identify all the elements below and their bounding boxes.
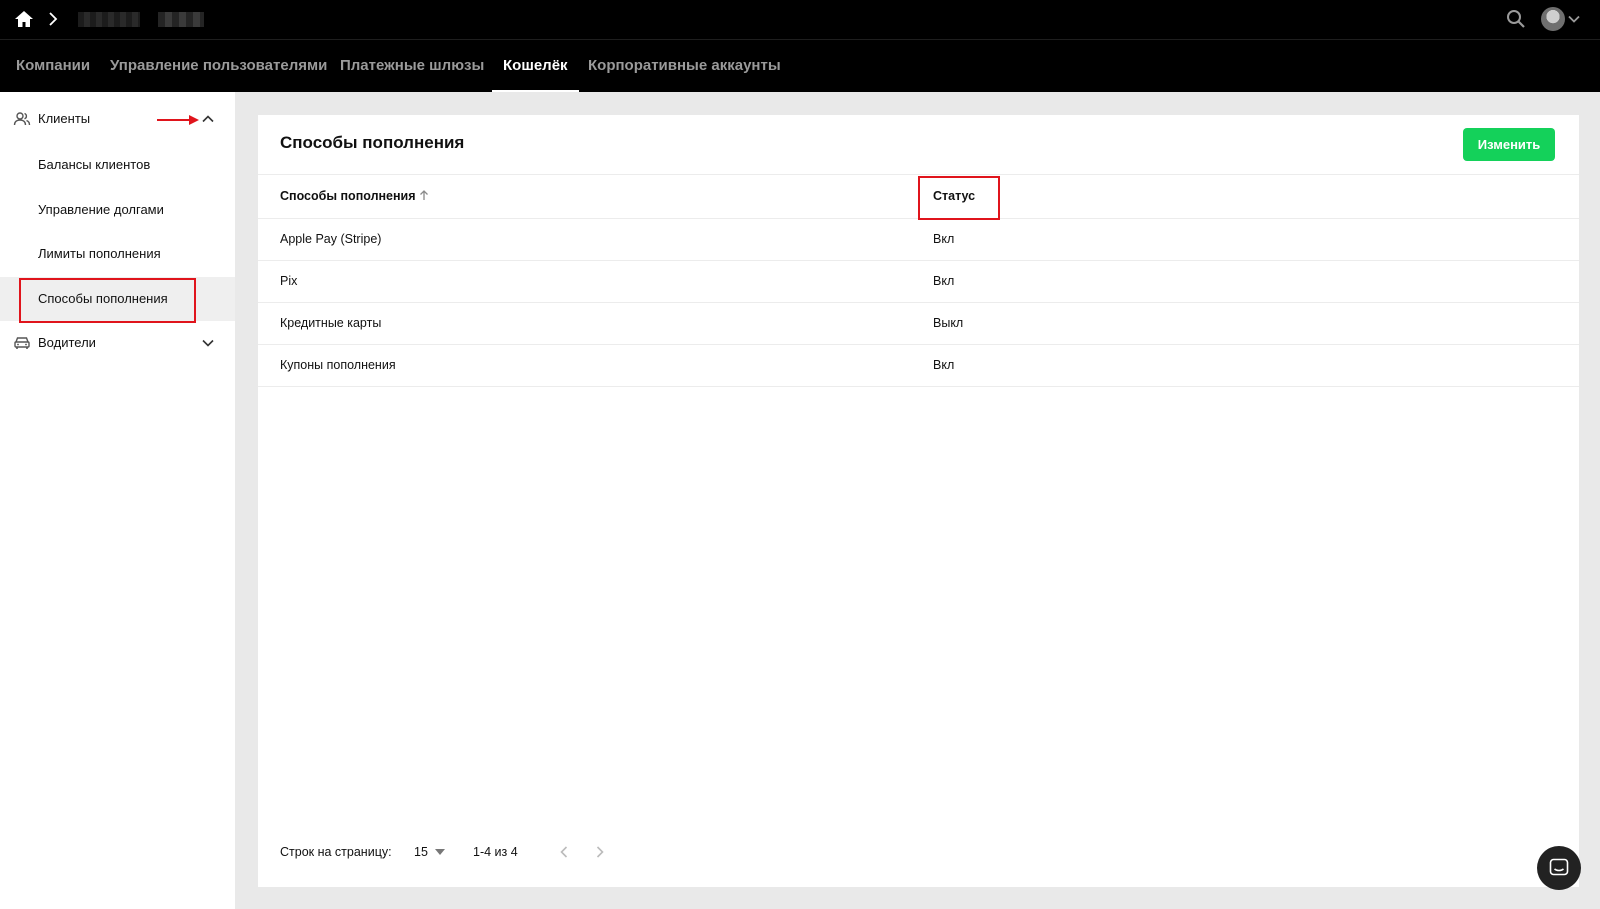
top-bar	[0, 0, 1600, 40]
tab-companies[interactable]: Компании	[16, 40, 90, 92]
breadcrumb-blurred-1[interactable]	[78, 12, 140, 27]
main-nav: Компании Управление пользователями Плате…	[0, 40, 1600, 92]
cell-status: Вкл	[933, 274, 955, 288]
sidebar-group-drivers[interactable]: Водители	[0, 321, 235, 365]
cell-status: Вкл	[933, 232, 955, 246]
cell-method: Pix	[280, 274, 298, 288]
sidebar-group-label: Водители	[38, 335, 96, 350]
chevron-up-icon[interactable]	[201, 112, 215, 126]
cell-method: Apple Pay (Stripe)	[280, 232, 382, 246]
chevron-down-icon[interactable]	[201, 336, 215, 350]
tab-wallet[interactable]: Кошелёк	[492, 40, 579, 92]
caret-down-icon[interactable]	[435, 849, 445, 855]
table-row[interactable]: Pix Вкл	[258, 261, 1579, 303]
pagination-range: 1-4 из 4	[473, 845, 518, 859]
table-row[interactable]: Apple Pay (Stripe) Вкл	[258, 219, 1579, 261]
home-icon[interactable]	[14, 9, 34, 29]
table-row[interactable]: Купоны пополнения Вкл	[258, 345, 1579, 387]
avatar[interactable]	[1541, 7, 1565, 31]
sort-arrow-up-icon[interactable]	[418, 189, 430, 201]
cell-status: Вкл	[933, 358, 955, 372]
chevron-right-icon[interactable]	[592, 844, 608, 860]
car-icon	[14, 337, 30, 349]
chevron-right-icon	[49, 12, 58, 26]
cell-method: Купоны пополнения	[280, 358, 396, 372]
annotation-arrow-icon	[157, 115, 199, 125]
pagination: Строк на страницу: 15 1-4 из 4	[258, 835, 1579, 869]
cell-status: Выкл	[933, 316, 964, 330]
annotation-highlight-status-header	[918, 176, 1000, 220]
tab-payment-gateways[interactable]: Платежные шлюзы	[340, 40, 484, 92]
chevron-left-icon[interactable]	[556, 844, 572, 860]
edit-button[interactable]: Изменить	[1463, 128, 1555, 161]
sidebar: Клиенты Балансы клиентов Управление долг…	[0, 92, 235, 909]
chevron-down-icon[interactable]	[1567, 12, 1581, 26]
users-icon	[13, 112, 31, 126]
rows-per-page-select[interactable]: 15	[414, 835, 428, 869]
chat-icon	[1549, 858, 1569, 876]
search-icon[interactable]	[1505, 8, 1527, 30]
tab-corporate-accounts[interactable]: Корпоративные аккаунты	[588, 40, 781, 92]
sidebar-item-client-balances[interactable]: Балансы клиентов	[0, 143, 235, 187]
sidebar-group-label: Клиенты	[38, 111, 91, 126]
cell-method: Кредитные карты	[280, 316, 382, 330]
table-row[interactable]: Кредитные карты Выкл	[258, 303, 1579, 345]
sidebar-item-topup-limits[interactable]: Лимиты пополнения	[0, 232, 235, 276]
column-header-method[interactable]: Способы пополнения	[280, 175, 430, 218]
breadcrumb-blurred-2[interactable]	[158, 12, 204, 27]
annotation-highlight-sidebar	[19, 278, 196, 323]
chat-button[interactable]	[1537, 846, 1581, 890]
tab-user-management[interactable]: Управление пользователями	[110, 40, 327, 92]
sidebar-item-debt-management[interactable]: Управление долгами	[0, 188, 235, 232]
page-title: Способы пополнения	[280, 133, 465, 152]
topup-methods-card: Способы пополнения Изменить Способы попо…	[258, 115, 1579, 887]
rows-per-page-label: Строк на страницу:	[280, 845, 392, 859]
